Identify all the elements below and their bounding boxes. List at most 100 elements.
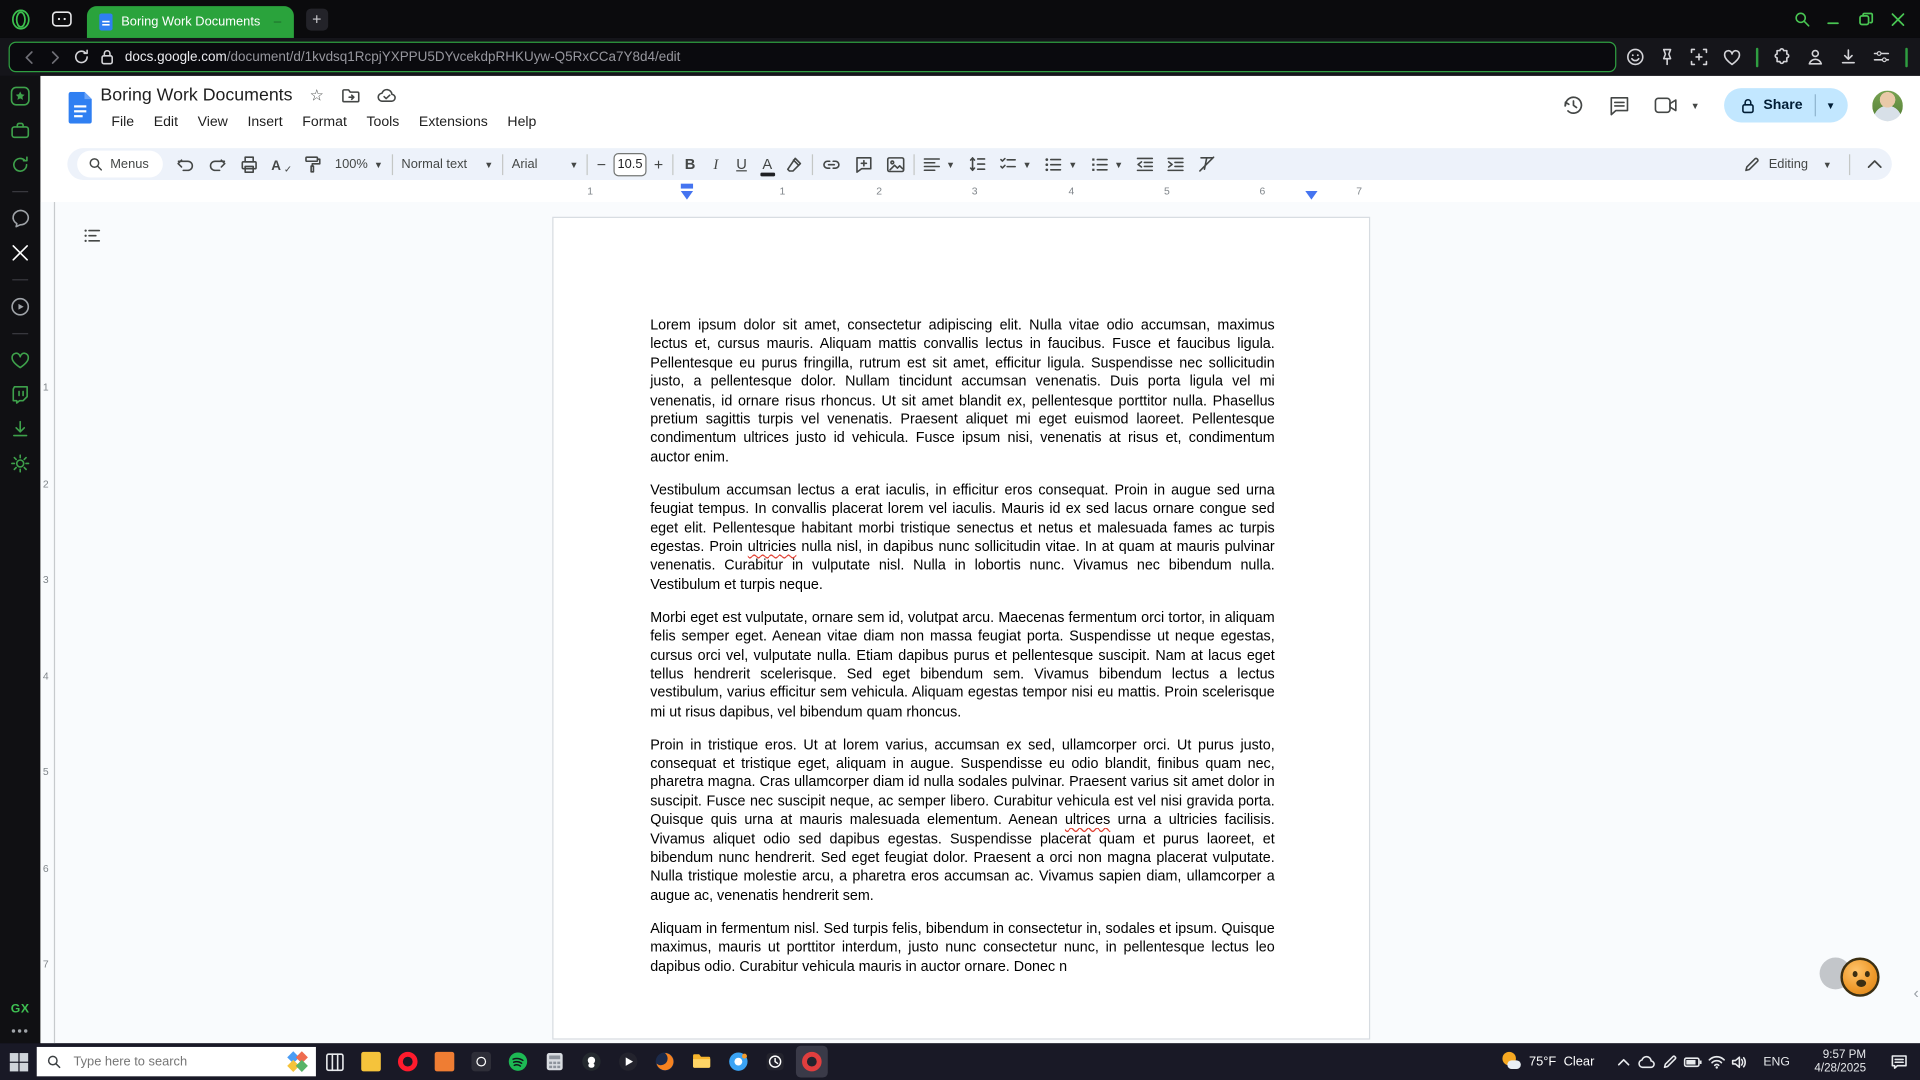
document-body[interactable]: Lorem ipsum dolor sit amet, consectetur … [650, 316, 1274, 990]
paragraph[interactable]: Lorem ipsum dolor sit amet, consectetur … [650, 316, 1274, 467]
right-indent-marker[interactable] [1305, 191, 1317, 200]
chrome-icon[interactable] [720, 1043, 757, 1080]
url-text[interactable]: docs.google.com/document/d/1kvdsq1RcpjYX… [125, 50, 681, 65]
chevron-down-icon[interactable]: ▼ [946, 159, 955, 170]
x-twitter-icon[interactable] [10, 242, 31, 263]
star-icon[interactable]: ☆ [310, 86, 324, 106]
underline-button[interactable]: U [733, 156, 750, 173]
line-spacing-icon[interactable] [969, 156, 986, 173]
start-button[interactable] [0, 1043, 37, 1080]
workspace-briefcase-icon[interactable] [10, 120, 31, 141]
avatar[interactable] [1872, 90, 1903, 121]
zoom-select[interactable]: 100% [335, 157, 368, 172]
tab-close-icon[interactable]: – [274, 15, 282, 30]
clock-app-icon[interactable] [757, 1043, 794, 1080]
print-icon[interactable] [239, 155, 257, 173]
menu-edit[interactable]: Edit [145, 113, 186, 133]
battery-icon[interactable] [1681, 1044, 1704, 1078]
mode-select[interactable]: Editing ▼ [1744, 154, 1882, 175]
bulleted-list-icon[interactable] [1045, 156, 1062, 172]
messenger-icon[interactable] [10, 208, 31, 229]
comments-icon[interactable] [1609, 95, 1630, 116]
task-view-icon[interactable] [316, 1043, 353, 1080]
document-title[interactable]: Boring Work Documents [100, 86, 292, 106]
spell-check-icon[interactable]: A✓ [271, 154, 289, 174]
increase-font-size-button[interactable]: + [654, 155, 663, 173]
tab-search-icon[interactable] [1794, 11, 1810, 27]
bold-button[interactable]: B [682, 156, 699, 173]
clear-formatting-icon[interactable] [1198, 156, 1216, 173]
meet-button[interactable]: ▼ [1654, 97, 1700, 114]
paragraph[interactable]: Morbi eget est vulputate, ornare sem id,… [650, 608, 1274, 721]
url-field[interactable]: docs.google.com/document/d/1kvdsq1RcpjYX… [9, 42, 1617, 73]
google-docs-logo[interactable] [69, 92, 92, 124]
chevron-down-icon[interactable]: ▼ [1022, 159, 1031, 170]
gx-corner-icon[interactable] [51, 11, 72, 27]
taskbar-search[interactable] [37, 1047, 316, 1076]
decrease-indent-icon[interactable] [1137, 156, 1154, 172]
easy-setup-icon[interactable] [1872, 48, 1890, 66]
menus-search-button[interactable]: Menus [77, 151, 162, 178]
minimize-icon[interactable] [1827, 12, 1842, 27]
new-tab-button[interactable]: + [306, 8, 328, 30]
undo-icon[interactable] [176, 156, 194, 172]
floating-emoji-button[interactable] [1840, 958, 1879, 997]
text-run[interactable]: Lorem ipsum dolor sit amet, consectetur … [650, 317, 1274, 465]
misspelled-word[interactable]: ultricies [748, 539, 797, 555]
horizontal-ruler[interactable]: 1 1 2 3 4 5 6 7 [55, 180, 1920, 202]
back-icon[interactable] [22, 50, 37, 65]
decrease-font-size-button[interactable]: − [597, 155, 606, 173]
move-folder-icon[interactable] [341, 88, 359, 103]
italic-button[interactable]: I [707, 155, 724, 173]
menu-help[interactable]: Help [499, 113, 545, 133]
audio-app-icon[interactable] [463, 1043, 500, 1080]
media-player-icon[interactable] [610, 1043, 647, 1080]
settings-gear-icon[interactable] [10, 453, 31, 474]
favorites-heart-icon[interactable] [1723, 48, 1741, 65]
opera-icon[interactable] [389, 1043, 426, 1080]
menu-format[interactable]: Format [294, 113, 356, 133]
more-options-icon[interactable] [12, 1029, 29, 1034]
pen-icon[interactable] [1658, 1044, 1681, 1078]
version-history-icon[interactable] [1562, 94, 1584, 116]
heart-icon[interactable] [10, 350, 31, 371]
workspace-home-icon[interactable] [10, 86, 31, 107]
hidden-icons-chevron[interactable] [1612, 1044, 1635, 1078]
weather-widget[interactable]: 75°F Clear [1502, 1052, 1594, 1072]
active-browser-window[interactable] [793, 1043, 830, 1080]
reload-icon[interactable] [73, 49, 89, 65]
increase-indent-icon[interactable] [1167, 156, 1184, 172]
sidebar-downloads-icon[interactable] [10, 419, 31, 440]
share-button[interactable]: Share ▼ [1724, 88, 1848, 122]
restore-icon[interactable] [1859, 12, 1874, 27]
forward-icon[interactable] [48, 50, 63, 65]
checklist-icon[interactable] [999, 156, 1016, 172]
profile-icon[interactable] [1806, 48, 1824, 66]
calculator-icon[interactable] [536, 1043, 573, 1080]
menu-tools[interactable]: Tools [358, 113, 408, 133]
collapse-toolbar-icon[interactable] [1867, 159, 1882, 169]
font-size-input[interactable]: 10.5 [613, 152, 646, 175]
github-icon[interactable] [573, 1043, 610, 1080]
redo-icon[interactable] [208, 156, 226, 172]
text-run[interactable]: Aliquam in fermentum nisl. Sed turpis fe… [650, 921, 1274, 975]
text-color-button[interactable]: A [759, 153, 776, 175]
downloads-icon[interactable] [1839, 48, 1857, 66]
numbered-list-icon[interactable] [1091, 156, 1108, 172]
language-indicator[interactable]: ENG [1763, 1055, 1790, 1068]
firefox-icon[interactable] [647, 1043, 684, 1080]
document-outline-button[interactable] [75, 218, 109, 252]
vertical-ruler[interactable]: 1 2 3 4 5 6 7 8 [40, 202, 55, 1043]
snapshot-icon[interactable] [1690, 48, 1708, 66]
gx-label[interactable]: GX [11, 1003, 30, 1016]
text-run[interactable]: Morbi eget est vulputate, ornare sem id,… [650, 609, 1274, 719]
left-indent-marker[interactable] [681, 191, 693, 200]
close-icon[interactable] [1891, 12, 1906, 27]
share-dropdown[interactable]: ▼ [1815, 94, 1848, 116]
file-explorer-icon[interactable] [683, 1043, 720, 1080]
refresh-icon[interactable] [10, 154, 31, 175]
panel-collapse-arrow[interactable]: ‹ [1913, 983, 1918, 1001]
menu-file[interactable]: File [103, 113, 143, 133]
insert-link-icon[interactable] [821, 155, 841, 173]
document-page[interactable]: Lorem ipsum dolor sit amet, consectetur … [552, 217, 1370, 1040]
